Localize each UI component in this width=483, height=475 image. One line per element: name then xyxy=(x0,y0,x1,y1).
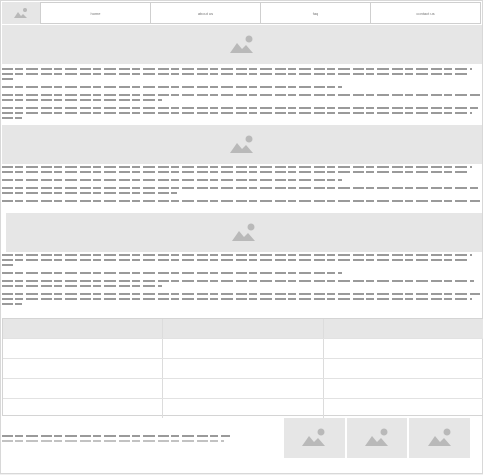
table-cell xyxy=(324,399,483,418)
text-block-1 xyxy=(2,68,482,122)
nav-label: home xyxy=(90,10,101,16)
text-line xyxy=(2,303,22,305)
table-cell xyxy=(3,379,164,398)
table-cell xyxy=(163,379,324,398)
table-cell xyxy=(163,359,324,378)
table-header-cell xyxy=(324,319,483,338)
text-line xyxy=(2,293,480,295)
text-line xyxy=(2,179,342,181)
image-placeholder-icon xyxy=(365,428,388,446)
text-line xyxy=(2,192,177,194)
text-line xyxy=(2,94,480,96)
image-placeholder-icon xyxy=(427,428,451,446)
text-line xyxy=(2,254,472,256)
text-line xyxy=(2,280,474,282)
image-placeholder-icon xyxy=(230,35,253,53)
hero-image-2 xyxy=(2,125,482,164)
image-placeholder-icon xyxy=(14,8,27,18)
image-placeholder-icon xyxy=(302,428,326,446)
image-placeholder-icon xyxy=(232,223,255,241)
text-line xyxy=(2,298,472,300)
text-line xyxy=(2,285,162,287)
text-line xyxy=(2,86,342,88)
text-line xyxy=(2,272,342,274)
image-placeholder-icon xyxy=(230,135,253,153)
hero-image-3 xyxy=(6,213,482,252)
nav-item-home[interactable]: home xyxy=(41,2,151,24)
nav-label: faq xyxy=(312,10,319,16)
text-line xyxy=(2,264,14,266)
footer-gallery xyxy=(284,418,471,458)
text-line xyxy=(2,68,472,70)
text-line xyxy=(2,200,480,202)
gallery-image[interactable] xyxy=(346,418,408,458)
nav-label: contact us xyxy=(416,10,435,16)
table-cell xyxy=(3,359,164,378)
table-cell xyxy=(163,339,324,358)
text-block-2 xyxy=(2,166,482,205)
table-cell xyxy=(3,399,164,418)
logo[interactable] xyxy=(2,2,41,24)
table-cell xyxy=(3,339,164,358)
text-line xyxy=(2,166,472,168)
table-header-cell xyxy=(163,319,324,338)
text-line xyxy=(2,99,162,101)
footer-text xyxy=(2,435,232,445)
page: home about us faq contact us xyxy=(0,0,483,474)
gallery-image[interactable] xyxy=(409,418,471,458)
text-line xyxy=(2,187,478,189)
top-nav: home about us faq contact us xyxy=(2,2,481,24)
hero-image-1 xyxy=(2,25,482,64)
nav-item-contact[interactable]: contact us xyxy=(371,2,481,24)
table-header-row xyxy=(3,319,483,339)
data-table xyxy=(2,318,483,418)
text-line xyxy=(2,78,14,80)
text-line xyxy=(2,259,468,261)
text-line xyxy=(2,112,472,114)
table-cell xyxy=(163,399,324,418)
nav-item-faq[interactable]: faq xyxy=(261,2,371,24)
table-row xyxy=(3,339,483,359)
table-row xyxy=(3,399,483,418)
gallery-image[interactable] xyxy=(284,418,345,458)
table-cell xyxy=(324,339,483,358)
text-block-3 xyxy=(2,254,482,308)
text-line xyxy=(2,117,22,119)
text-line xyxy=(2,171,468,173)
text-line xyxy=(2,440,224,442)
text-line xyxy=(2,107,478,109)
text-line xyxy=(2,73,468,75)
table-cell xyxy=(324,379,483,398)
nav-label: about us xyxy=(197,10,214,16)
table-cell xyxy=(324,359,483,378)
nav-item-about[interactable]: about us xyxy=(151,2,261,24)
table-header-cell xyxy=(3,319,164,338)
table-row xyxy=(3,359,483,379)
text-line xyxy=(2,435,230,437)
table-row xyxy=(3,379,483,399)
